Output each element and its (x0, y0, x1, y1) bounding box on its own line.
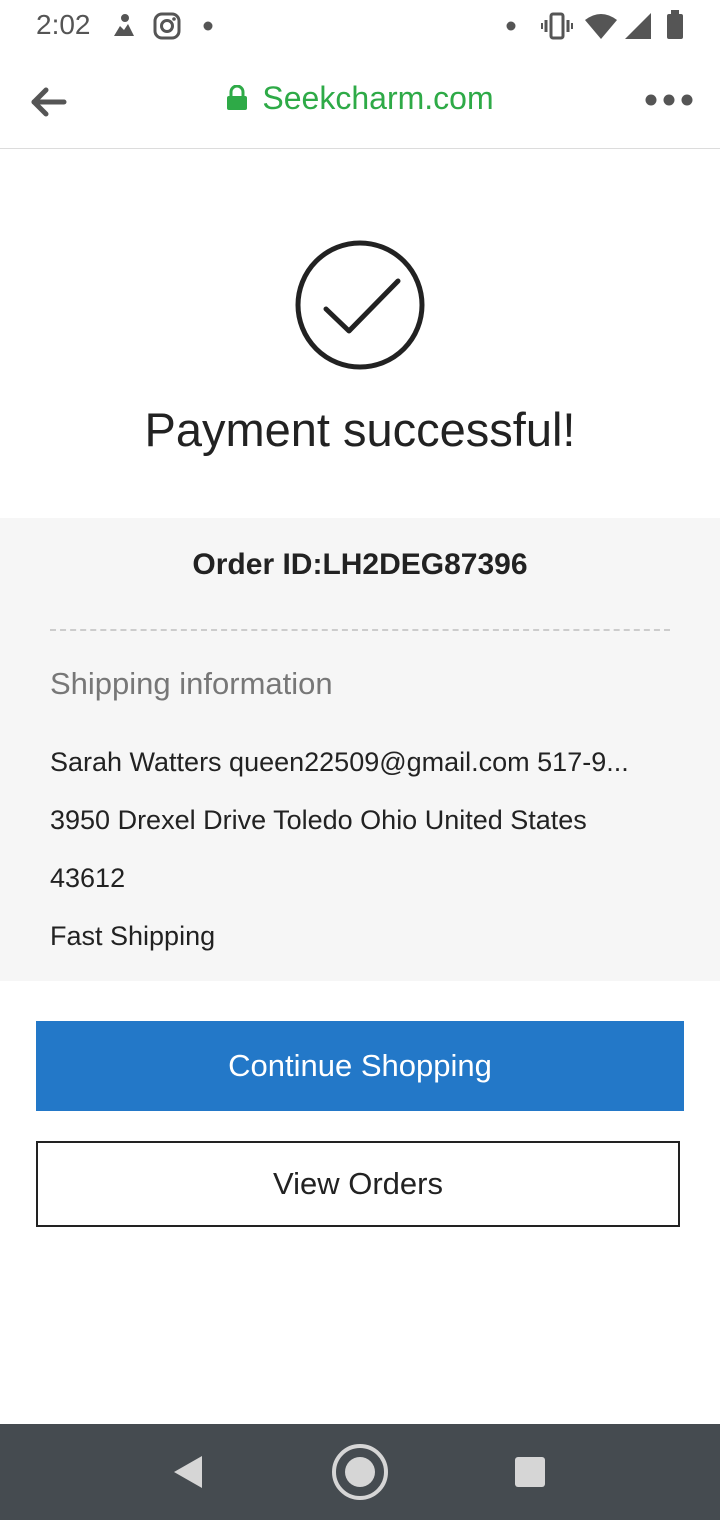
view-orders-button[interactable]: View Orders (36, 1141, 680, 1227)
nav-recents-icon[interactable] (514, 1456, 546, 1488)
continue-shopping-button[interactable]: Continue Shopping (36, 1021, 684, 1111)
success-check-icon (295, 240, 425, 370)
browser-toolbar: Seekcharm.com (0, 54, 720, 149)
dashed-divider (50, 629, 670, 631)
url-text: Seekcharm.com (262, 80, 494, 116)
status-time: 2:02 (36, 9, 91, 40)
status-bar: 2:02 (0, 0, 720, 54)
url-bar[interactable]: Seekcharm.com (0, 80, 720, 117)
notification-icon (114, 14, 134, 36)
shipping-zip: 43612 (50, 863, 126, 893)
shipping-address: 3950 Drexel Drive Toledo Ohio United Sta… (50, 805, 587, 835)
nav-home-icon[interactable] (330, 1442, 390, 1502)
shipping-heading: Shipping information (50, 666, 333, 701)
shipping-method: Fast Shipping (50, 921, 216, 951)
shipping-contact: Sarah Watters queen22509@gmail.com 517-9… (50, 747, 629, 777)
dot-icon (203, 21, 213, 31)
order-details-panel: Order ID:LH2DEG87396 Shipping informatio… (0, 518, 720, 981)
system-nav-bar (0, 1424, 720, 1520)
signal-icon (625, 13, 651, 39)
more-options-icon[interactable] (644, 90, 694, 110)
instagram-icon (153, 12, 181, 40)
nav-back-icon[interactable] (170, 1454, 206, 1490)
battery-icon (667, 10, 683, 39)
wifi-icon (585, 14, 617, 39)
order-id: Order ID:LH2DEG87396 (192, 548, 528, 581)
lock-icon (227, 84, 248, 110)
dot-icon (506, 21, 516, 31)
success-title: Payment successful! (144, 403, 576, 456)
vibrate-icon (541, 12, 573, 40)
